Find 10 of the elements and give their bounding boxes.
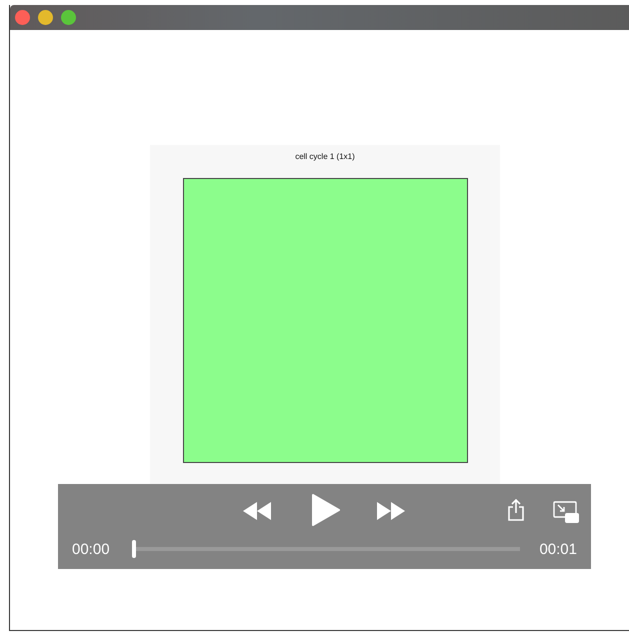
share-button[interactable] <box>506 498 526 522</box>
progress-thumb[interactable] <box>132 540 136 558</box>
duration-time: 00:01 <box>539 541 577 559</box>
close-button[interactable] <box>15 10 30 25</box>
elapsed-time: 00:00 <box>72 541 110 559</box>
plot-title: cell cycle 1 (1x1) <box>295 152 355 162</box>
play-button[interactable] <box>310 492 342 528</box>
picture-in-picture-button[interactable] <box>552 500 580 524</box>
minimize-button[interactable] <box>38 10 53 25</box>
zoom-button[interactable] <box>61 10 76 25</box>
